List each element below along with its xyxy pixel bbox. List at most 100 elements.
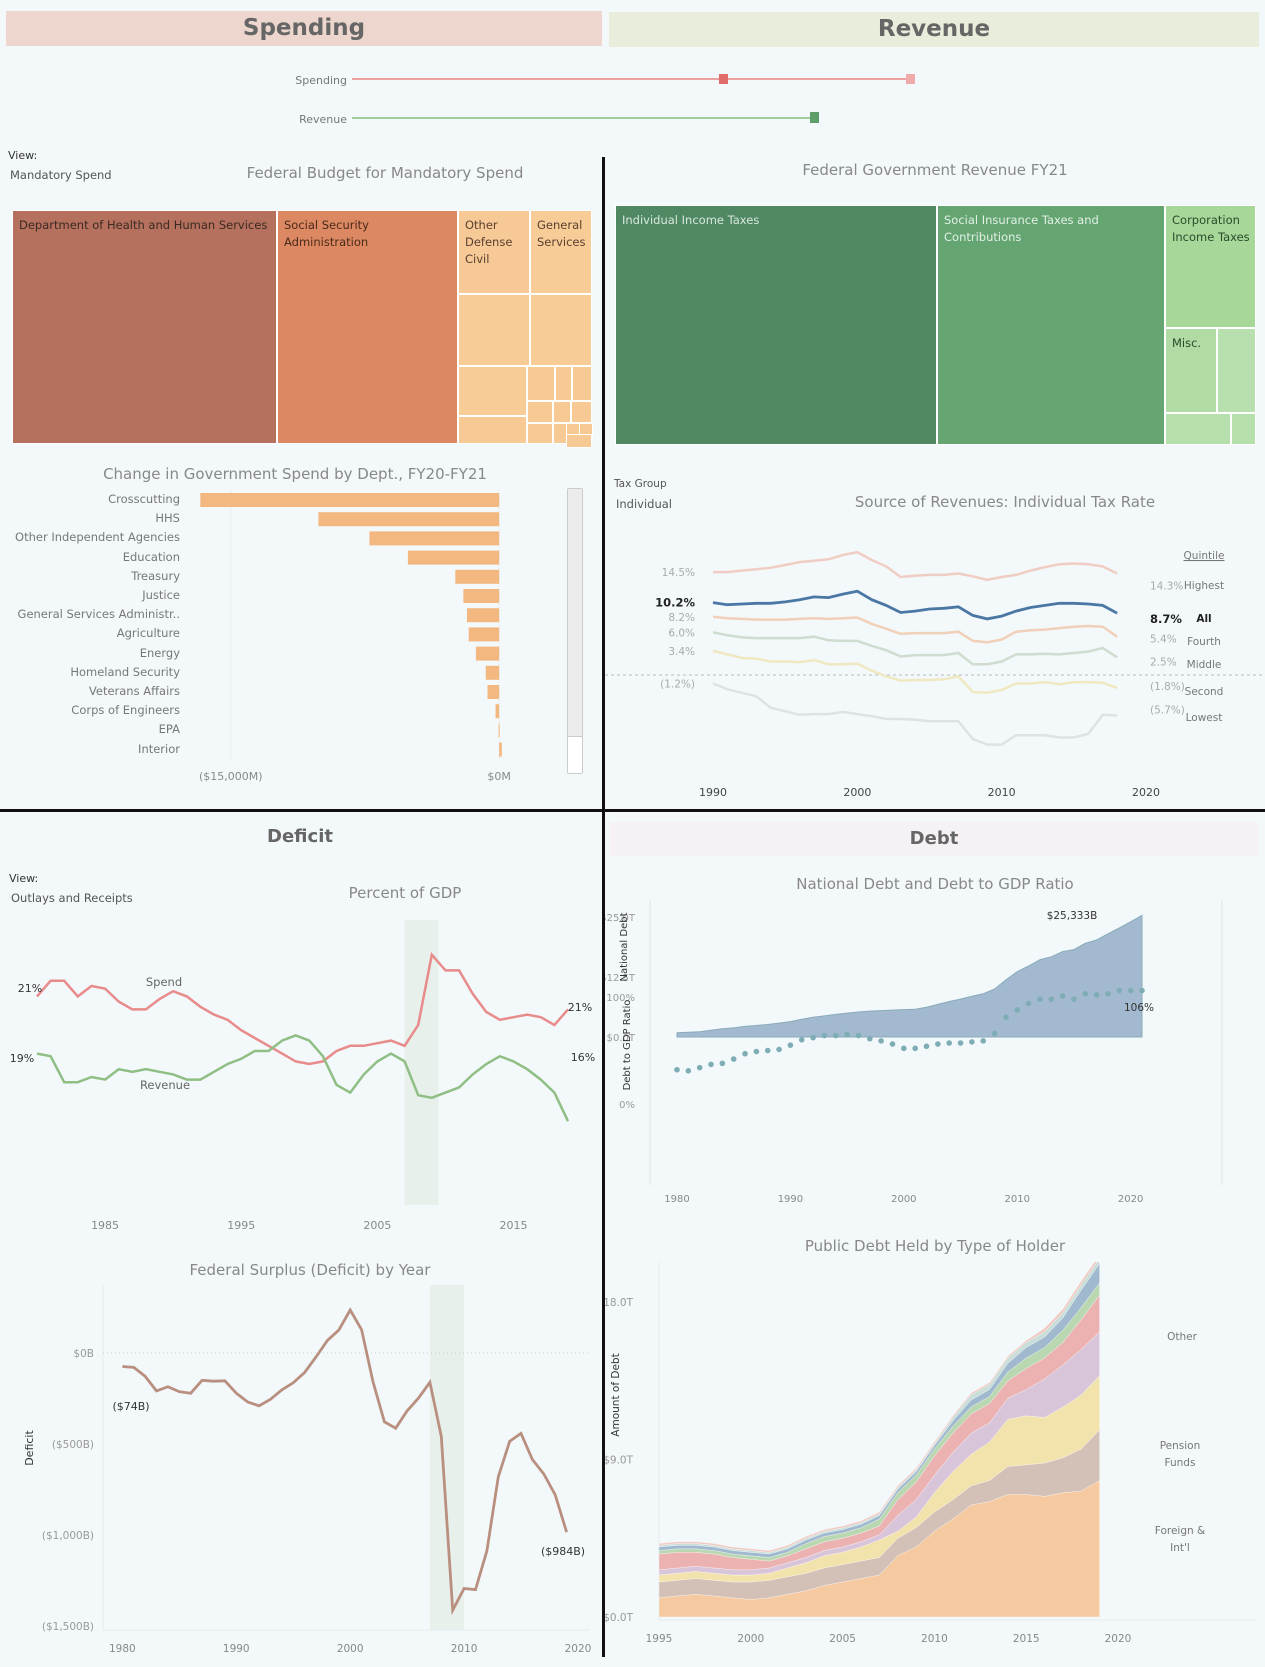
treemap-cell-minor[interactable] <box>527 423 553 444</box>
treemap-cell-minor[interactable] <box>572 366 592 401</box>
treemap-cell-general-services[interactable]: General Services <box>530 210 592 294</box>
start-value-label: 6.0% <box>668 627 695 639</box>
treemap-cell-minor[interactable] <box>458 366 527 416</box>
public-debt-chart: $18.0T $9.0T $0.0T 1995 2000 2005 2010 2015 2020… <box>605 1262 1255 1645</box>
end-value-label: 5.4% <box>1150 634 1177 646</box>
deficit-view-dropdown[interactable]: Outlays and Receipts <box>11 891 133 905</box>
ratio-dot <box>1127 987 1134 994</box>
y-axis-title: Amount of Debt <box>610 1353 622 1436</box>
treemap-cell-minor[interactable] <box>458 294 530 366</box>
treemap-cell-minor[interactable] <box>566 434 592 448</box>
public-debt-title: Public Debt Held by Type of Holder <box>804 1237 1066 1255</box>
debt-header-label: Debt <box>909 828 959 849</box>
spending-slider-handle[interactable] <box>719 74 728 84</box>
spending-slider-track[interactable] <box>352 78 912 80</box>
bar-category-label: EPA <box>158 722 180 737</box>
treemap-cell-corporation-income-taxes[interactable]: Corporation Income Taxes <box>1165 205 1256 328</box>
tax-group-label: Tax Group <box>614 478 667 490</box>
treemap-cell-hhs[interactable]: Department of Health and Human Services <box>12 210 277 444</box>
tax-rate-title: Source of Revenues: Individual Tax Rate <box>854 493 1156 511</box>
spend-view-dropdown[interactable]: Mandatory Spend <box>10 168 112 182</box>
x-tick-label: 2010 <box>921 1633 948 1645</box>
ratio-dot <box>776 1046 782 1053</box>
bar-category-label: Agriculture <box>116 626 180 641</box>
ratio-dot <box>867 1035 873 1042</box>
treemap-cell-minor[interactable] <box>555 366 572 401</box>
treemap-cell-label: Social Insurance Taxes and Contributions <box>944 213 1099 244</box>
y-tick-label: $0.0T <box>605 1612 634 1624</box>
treemap-cell-other-defense-civil[interactable]: Other Defense Civil <box>458 210 530 294</box>
treemap-cell-misc[interactable]: Misc. <box>1165 328 1217 413</box>
ratio-dot <box>1082 990 1089 997</box>
bar-category-label: General Services Administr.. <box>17 607 180 622</box>
treemap-cell-label: Corporation Income Taxes <box>1172 213 1250 244</box>
ratio-dot <box>742 1050 748 1057</box>
ratio-dot <box>946 1040 952 1046</box>
deficit-header-label: Deficit <box>267 826 333 847</box>
ratio-dot <box>889 1041 896 1047</box>
treemap-cell-label: Individual Income Taxes <box>622 213 760 227</box>
series-line-lowest <box>712 682 1118 746</box>
revenue-slider[interactable]: Revenue <box>270 109 920 129</box>
series-line-highest <box>713 550 1118 582</box>
ratio-dot <box>1048 996 1055 1002</box>
bar <box>468 627 500 642</box>
treemap-cell-label: General Services <box>537 218 586 249</box>
treemap-cell-social-insurance[interactable]: Social Insurance Taxes and Contributions <box>937 205 1165 445</box>
change-chart-scrollbar-thumb[interactable] <box>568 489 582 737</box>
x-tick-label: 1990 <box>778 1194 803 1205</box>
ratio-dot <box>764 1047 771 1054</box>
legend-title: Quintile <box>1184 550 1225 562</box>
treemap-cell-minor[interactable] <box>458 416 527 444</box>
spending-header[interactable]: Spending <box>6 11 602 46</box>
ratio-dot <box>935 1041 941 1047</box>
treemap-cell-minor[interactable] <box>1231 413 1256 445</box>
treemap-cell-minor[interactable] <box>1217 328 1256 413</box>
end-value-label: 2.5% <box>1150 656 1177 668</box>
revenue-slider-track[interactable] <box>352 117 816 119</box>
ratio-dot <box>821 1032 828 1039</box>
change-chart-scrollbar[interactable] <box>567 488 583 774</box>
legend-label: Int'l <box>1170 1542 1190 1554</box>
treemap-cell-minor[interactable] <box>1165 413 1231 445</box>
bar <box>407 550 500 565</box>
x-tick-label: 2000 <box>337 1643 364 1655</box>
legend-item-all: All <box>1196 613 1211 625</box>
treemap-cell-minor[interactable] <box>527 401 553 423</box>
x-tick-label: 2010 <box>451 1643 478 1655</box>
ratio-dot <box>1116 987 1123 994</box>
treemap-cell-label: Social Security Administration <box>284 218 369 249</box>
debt-header[interactable]: Debt <box>610 822 1258 856</box>
treemap-cell-minor[interactable] <box>571 401 592 423</box>
surplus-line <box>122 1307 568 1616</box>
revenue-slider-handle[interactable] <box>810 112 819 123</box>
treemap-cell-individual-income-taxes[interactable]: Individual Income Taxes <box>615 205 937 445</box>
x-tick-label: 1995 <box>227 1219 255 1232</box>
treemap-cell-ssa[interactable]: Social Security Administration <box>277 210 458 444</box>
series-line-all <box>712 589 1118 621</box>
treemap-cell-minor[interactable] <box>553 401 571 423</box>
tax-group-dropdown[interactable]: Individual <box>616 497 672 511</box>
treemap-cell-minor[interactable] <box>527 366 555 401</box>
treemap-cell-minor[interactable] <box>530 294 592 366</box>
series-label-revenue: Revenue <box>140 1078 190 1092</box>
ratio-dot <box>1059 993 1066 999</box>
bar <box>318 512 500 527</box>
revenue-header[interactable]: Revenue <box>609 12 1259 47</box>
spending-slider[interactable]: Spending <box>270 70 920 90</box>
y-tick-label: $9.0T <box>605 1455 634 1467</box>
change-chart: Crosscutting HHS Other Independent Agencie… <box>0 488 583 800</box>
bar-category-label: Justice <box>142 588 180 602</box>
legend-label: Foreign & <box>1155 1525 1205 1537</box>
x-tick-label: 2000 <box>737 1633 764 1645</box>
deficit-header[interactable]: Deficit <box>0 820 600 854</box>
ratio-dot <box>810 1034 816 1041</box>
treemap-cell-minor[interactable] <box>553 423 567 444</box>
spending-slider-end-marker[interactable] <box>906 74 915 84</box>
x-tick-label: 1980 <box>109 1643 136 1655</box>
spending-header-label: Spending <box>242 15 366 41</box>
y-tick-label: ($1,000B) <box>42 1530 94 1542</box>
ratio-dot <box>730 1056 737 1062</box>
start-value-label: 10.2% <box>655 596 695 610</box>
start-value-label: 19% <box>10 1052 34 1065</box>
